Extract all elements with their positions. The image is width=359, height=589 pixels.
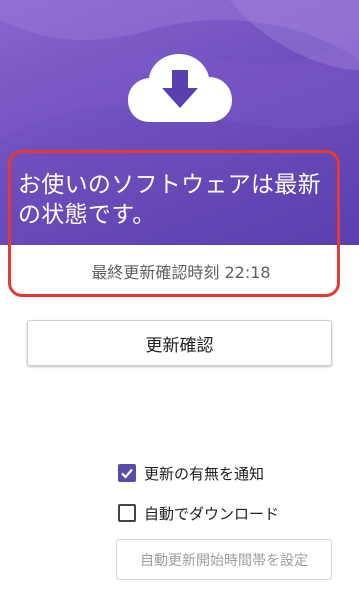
last-check-panel: 最終更新確認時刻 22:18 — [0, 245, 359, 300]
notify-updates-checkbox[interactable] — [118, 464, 136, 482]
notify-updates-option[interactable]: 更新の有無を通知 — [118, 462, 264, 484]
notify-updates-label: 更新の有無を通知 — [144, 464, 265, 483]
last-check-time: 最終更新確認時刻 22:18 — [91, 263, 271, 282]
cloud-download-icon — [128, 54, 232, 122]
status-message: お使いのソフトウェアは最新の状態です。 — [18, 172, 321, 228]
check-for-updates-button[interactable]: 更新確認 — [27, 320, 332, 366]
checkmark-icon — [121, 468, 133, 479]
status-header: お使いのソフトウェアは最新の状態です。 — [0, 0, 359, 245]
auto-download-label: 自動でダウンロード — [144, 504, 280, 523]
auto-download-option[interactable]: 自動でダウンロード — [118, 502, 279, 524]
auto-download-checkbox[interactable] — [118, 504, 136, 522]
set-update-window-button[interactable]: 自動更新開始時間帯を設定 — [116, 539, 332, 580]
